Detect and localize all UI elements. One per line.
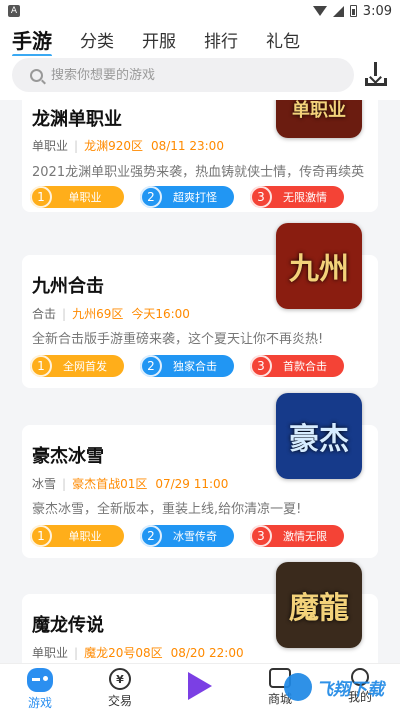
tag-row: 1 单职业 2 超爽打怪 3 无限激情: [30, 186, 344, 208]
game-server: 九州69区: [72, 307, 124, 321]
game-cover-image: 单职业: [276, 100, 362, 138]
game-title: 魔龙传说: [32, 615, 104, 636]
tab-categories[interactable]: 分类: [80, 27, 114, 52]
wifi-icon: [312, 6, 327, 16]
tab-ranking[interactable]: 排行: [204, 27, 238, 52]
app-notification-icon: A: [8, 5, 20, 17]
game-cover-image: 豪杰: [276, 393, 362, 479]
tab-gift-packs[interactable]: 礼包: [266, 27, 300, 52]
game-cover-image: 魔龍: [276, 562, 362, 648]
game-title: 九州合击: [32, 276, 104, 297]
nav-trade[interactable]: ¥ 交易: [80, 664, 160, 712]
game-meta: 冰雪 | 豪杰首战01区 07/29 11:00: [32, 476, 229, 492]
play-icon: [188, 672, 212, 700]
game-title: 豪杰冰雪: [32, 446, 104, 467]
game-server: 魔龙20号08区: [84, 646, 163, 660]
search-icon: [30, 68, 43, 82]
game-type: 单职业: [32, 646, 69, 660]
game-card[interactable]: 魔龍 魔龙传说 单职业 | 魔龙20号08区 08/20 22:00: [22, 562, 378, 663]
feature-tag: 2 独家合击: [140, 355, 234, 377]
top-tab-bar: 手游 分类 开服 排行 礼包: [0, 22, 400, 58]
game-title: 龙渊单职业: [32, 109, 122, 130]
status-right: 3:09: [312, 3, 392, 19]
search-box[interactable]: [12, 58, 354, 92]
watermark-text: 飞翔下载: [316, 679, 384, 700]
yen-coin-icon: ¥: [109, 668, 131, 690]
nav-play[interactable]: [160, 664, 240, 712]
feature-tag: 1 全网首发: [30, 355, 124, 377]
feature-tag: 2 冰雪传奇: [140, 525, 234, 547]
game-card[interactable]: 九州 九州合击 合击 | 九州69区 今天16:00 全新合击版手游重磅来袭，这个…: [22, 223, 378, 388]
nav-label: 游戏: [27, 696, 52, 710]
game-description: 豪杰冰雪，全新版本，重装上线,给你清凉一夏!: [32, 502, 302, 517]
game-description: 全新合击版手游重磅来袭，这个夏天让你不再炎热!: [32, 332, 324, 347]
tab-mobile-games[interactable]: 手游: [12, 25, 52, 58]
tag-row: 1 全网首发 2 独家合击 3 首款合击: [30, 355, 344, 377]
game-server: 豪杰首战01区: [72, 477, 148, 491]
tab-server-open[interactable]: 开服: [142, 27, 176, 52]
game-meta: 单职业 | 魔龙20号08区 08/20 22:00: [32, 645, 244, 661]
gamepad-icon: [27, 668, 53, 692]
feature-tag: 1 单职业: [30, 525, 124, 547]
game-cover-image: 九州: [276, 223, 362, 309]
feature-tag: 3 无限激情: [250, 186, 344, 208]
nav-games[interactable]: 游戏: [0, 664, 80, 712]
download-icon[interactable]: [362, 62, 390, 88]
game-meta: 合击 | 九州69区 今天16:00: [32, 306, 190, 322]
bird-logo-icon: [284, 673, 312, 701]
game-server: 龙渊920区: [84, 139, 143, 153]
game-open-time: 08/11 23:00: [150, 138, 224, 153]
game-type: 单职业: [32, 139, 69, 153]
clock: 3:09: [362, 3, 392, 19]
status-bar: A 3:09: [0, 0, 400, 22]
search-area: [0, 56, 400, 100]
tag-row: 1 单职业 2 冰雪传奇 3 激情无限: [30, 525, 344, 547]
game-open-time: 08/20 22:00: [170, 645, 244, 660]
signal-icon: [332, 5, 344, 17]
game-meta: 单职业 | 龙渊920区 08/11 23:00: [32, 138, 224, 154]
game-card[interactable]: 单职业 龙渊单职业 单职业 | 龙渊920区 08/11 23:00 2021龙渊…: [22, 100, 378, 212]
game-card[interactable]: 豪杰 豪杰冰雪 冰雪 | 豪杰首战01区 07/29 11:00 豪杰冰雪，全新版…: [22, 393, 378, 558]
feature-tag: 3 首款合击: [250, 355, 344, 377]
game-list: 单职业 龙渊单职业 单职业 | 龙渊920区 08/11 23:00 2021龙渊…: [0, 100, 400, 663]
feature-tag: 3 激情无限: [250, 525, 344, 547]
search-input[interactable]: [51, 67, 311, 83]
game-description: 2021龙渊单职业强势来袭，热血铸就侠士情，传奇再续英: [32, 165, 365, 180]
feature-tag: 2 超爽打怪: [140, 186, 234, 208]
feature-tag: 1 单职业: [30, 186, 124, 208]
game-open-time: 07/29 11:00: [155, 476, 229, 491]
game-type: 冰雪: [32, 477, 57, 491]
nav-label: 交易: [107, 694, 132, 708]
watermark-logo: 飞翔下载: [284, 668, 394, 706]
game-type: 合击: [32, 307, 57, 321]
battery-icon: [349, 5, 357, 17]
game-open-time: 今天16:00: [131, 307, 190, 321]
